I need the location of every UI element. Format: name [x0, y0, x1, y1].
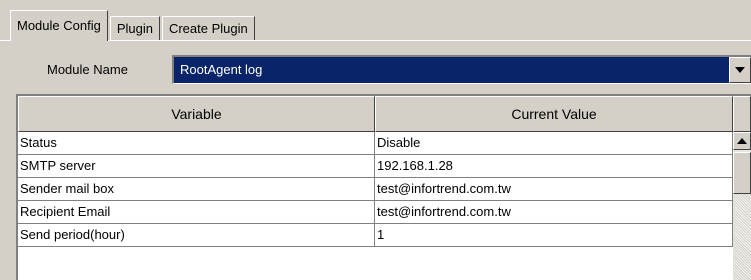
column-header-current-value[interactable]: Current Value — [375, 96, 733, 132]
value-cell[interactable]: 192.168.1.28 — [375, 155, 733, 178]
chevron-down-icon — [735, 67, 745, 73]
variable-cell[interactable]: SMTP server — [18, 155, 375, 178]
module-name-label: Module Name — [47, 62, 128, 77]
variables-table: Variable Current Value Status Disable SM… — [16, 94, 751, 280]
dropdown-button[interactable] — [729, 57, 751, 83]
arrow-up-icon — [737, 138, 747, 144]
tab-bar: Module Config Plugin Create Plugin — [10, 9, 257, 41]
tab-module-config[interactable]: Module Config — [10, 10, 108, 41]
table-row[interactable]: Status Disable — [18, 132, 733, 155]
value-cell[interactable]: 1 — [375, 224, 733, 247]
module-name-selected-value[interactable]: RootAgent log — [174, 57, 729, 83]
table-row[interactable]: Sender mail box test@infortrend.com.tw — [18, 178, 733, 201]
value-cell[interactable]: test@infortrend.com.tw — [375, 201, 733, 224]
scroll-up-button[interactable] — [733, 132, 751, 150]
variable-cell[interactable]: Send period(hour) — [18, 224, 375, 247]
tab-plugin[interactable]: Plugin — [109, 16, 160, 41]
scrollbar-thumb[interactable] — [733, 152, 751, 194]
tab-panel-border — [0, 40, 751, 41]
value-cell[interactable]: test@infortrend.com.tw — [375, 178, 733, 201]
variable-cell[interactable]: Sender mail box — [18, 178, 375, 201]
value-cell[interactable]: Disable — [375, 132, 733, 155]
table-row[interactable]: Recipient Email test@infortrend.com.tw — [18, 201, 733, 224]
tab-create-plugin[interactable]: Create Plugin — [161, 16, 255, 41]
variable-cell[interactable]: Status — [18, 132, 375, 155]
table-header: Variable Current Value — [18, 96, 751, 132]
table-body: Status Disable SMTP server 192.168.1.28 … — [18, 132, 733, 247]
vertical-scrollbar[interactable] — [733, 132, 751, 280]
module-name-dropdown[interactable]: RootAgent log — [172, 55, 751, 84]
scrollbar-track[interactable] — [733, 194, 751, 280]
table-row[interactable]: Send period(hour) 1 — [18, 224, 733, 247]
variable-cell[interactable]: Recipient Email — [18, 201, 375, 224]
header-corner — [733, 96, 751, 132]
table-row[interactable]: SMTP server 192.168.1.28 — [18, 155, 733, 178]
column-header-variable[interactable]: Variable — [18, 96, 375, 132]
